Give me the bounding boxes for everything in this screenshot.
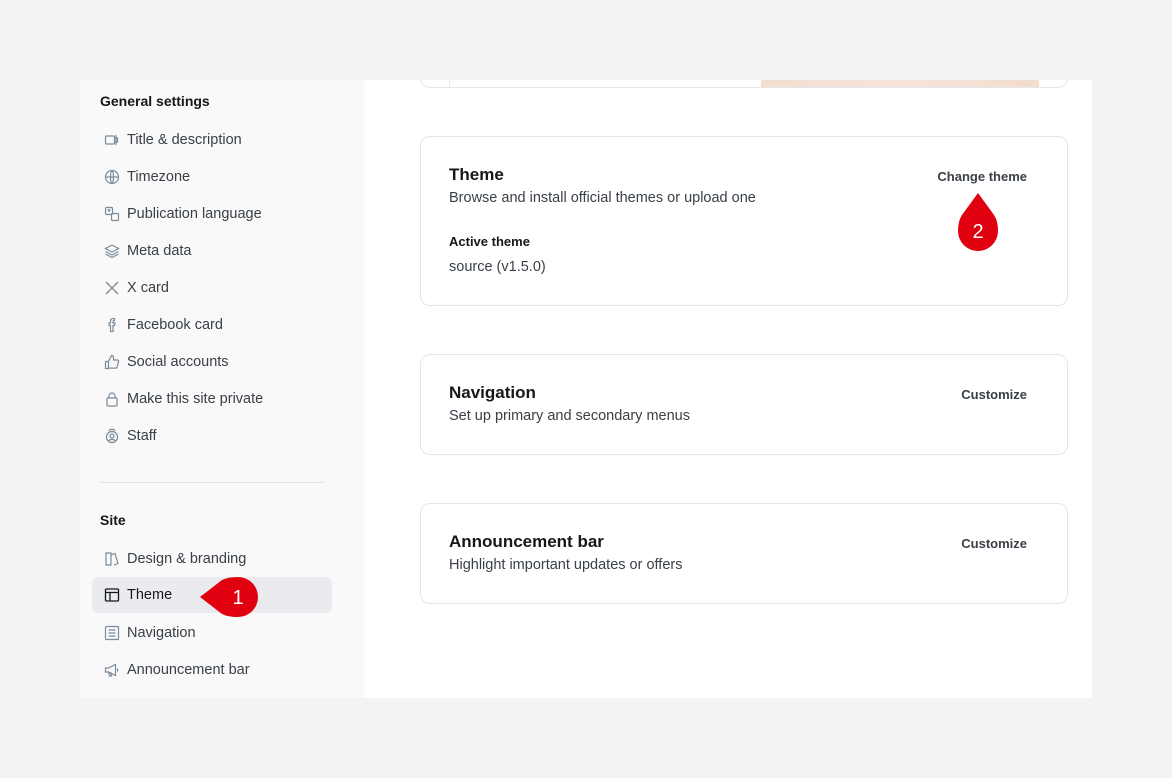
step-marker-1: 1 [200,577,258,617]
sidebar-item-label: Design & branding [127,551,247,567]
layers-icon [103,242,121,260]
sidebar-item-label: X card [127,280,169,296]
navigation-card: Navigation Set up primary and secondary … [420,354,1068,455]
x-icon [103,279,121,297]
sidebar-item-announcement-bar[interactable]: Announcement bar [92,652,332,688]
sidebar-item-label: Facebook card [127,317,223,333]
sidebar-item-make-site-private[interactable]: Make this site private [92,381,332,417]
sidebar-item-x-card[interactable]: X card [92,270,332,306]
sidebar-item-social-accounts[interactable]: Social accounts [92,344,332,380]
settings-main: Theme Browse and install official themes… [364,80,1092,698]
sidebar-item-label: Social accounts [127,354,229,370]
sidebar-item-facebook-card[interactable]: Facebook card [92,307,332,343]
sidebar-item-label: Meta data [127,243,192,259]
sidebar-item-label: Staff [127,428,157,444]
sidebar-item-label: Timezone [127,169,191,185]
brush-icon [103,550,121,568]
sidebar-item-meta-data[interactable]: Meta data [92,233,332,269]
lock-icon [103,390,121,408]
title-icon [103,131,121,149]
design-preview-card [420,80,1068,88]
layout-icon [103,586,121,604]
thumbs-up-icon [103,353,121,371]
navigation-card-description: Set up primary and secondary menus [449,408,690,424]
preview-image-right [761,80,1039,87]
step-marker-2: 2 [958,193,998,251]
sidebar-item-label: Make this site private [127,391,264,407]
language-icon [103,205,121,223]
sidebar-item-title-description[interactable]: Title & description [92,122,332,158]
facebook-icon [103,316,121,334]
sidebar-item-design-branding[interactable]: Design & branding [92,541,332,577]
preview-image-left [449,80,761,87]
navigation-customize-button[interactable]: Customize [961,387,1027,402]
announcement-customize-button[interactable]: Customize [961,536,1027,551]
step-marker-2-number: 2 [972,221,983,243]
theme-card-description: Browse and install official themes or up… [449,190,756,206]
sidebar-item-label: Publication language [127,206,262,222]
announcement-card-description: Highlight important updates or offers [449,557,683,573]
active-theme-label: Active theme [449,234,530,249]
list-icon [103,624,121,642]
site-heading: Site [100,512,126,528]
staff-icon [103,427,121,445]
sidebar-item-navigation[interactable]: Navigation [92,615,332,651]
sidebar-item-label: Title & description [127,132,242,148]
sidebar-item-label: Navigation [127,625,196,641]
active-theme-value: source (v1.5.0) [449,259,546,275]
globe-icon [103,168,121,186]
sidebar-item-label: Announcement bar [127,662,250,678]
general-settings-heading: General settings [100,93,210,109]
change-theme-button[interactable]: Change theme [937,169,1027,184]
sidebar-item-staff[interactable]: Staff [92,418,332,454]
announcement-card-title: Announcement bar [449,532,604,551]
sidebar-item-publication-language[interactable]: Publication language [92,196,332,232]
navigation-card-title: Navigation [449,383,536,402]
sidebar-divider [100,482,324,483]
sidebar-item-label: Theme [127,587,173,603]
announcement-bar-card: Announcement bar Highlight important upd… [420,503,1068,604]
theme-card-title: Theme [449,165,504,184]
step-marker-1-number: 1 [232,587,243,609]
megaphone-icon [103,661,121,679]
sidebar-item-timezone[interactable]: Timezone [92,159,332,195]
